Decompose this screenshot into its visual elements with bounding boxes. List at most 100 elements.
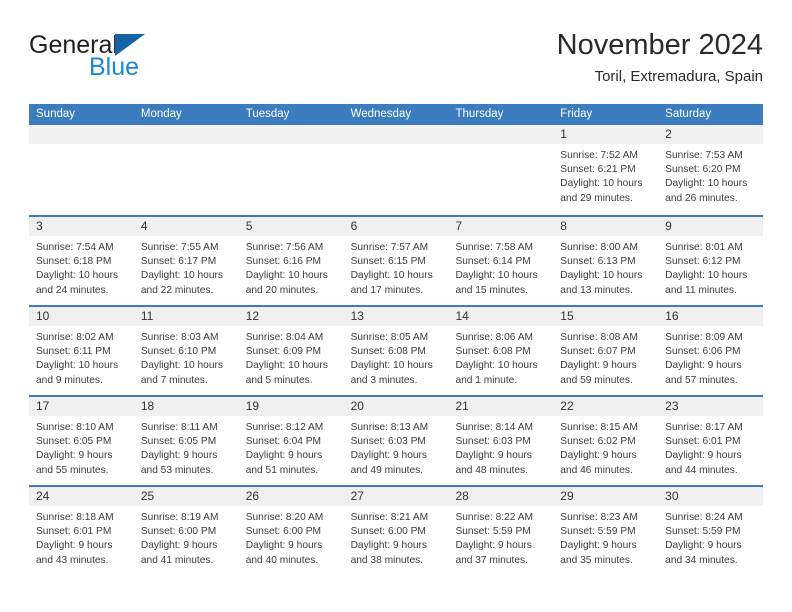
day-number-band: 12 [238,307,344,326]
day-cell[interactable]: 7 Sunrise: 7:58 AM Sunset: 6:14 PM Daylight… [448,217,554,305]
day-cell[interactable]: 25 Sunrise: 8:19 AM Sunset: 6:00 PM Dayligh… [133,487,239,575]
day-number-band: 21 [448,397,554,416]
sunset-text: Sunset: 5:59 PM [560,526,636,538]
day-cell[interactable]: 22 Sunrise: 8:15 AM Sunset: 6:02 PM Dayligh… [553,397,659,485]
sunrise-text: Sunrise: 8:00 AM [560,242,638,253]
day-number-band: 14 [448,307,554,326]
day-cell[interactable]: 2 Sunrise: 7:53 AM Sunset: 6:20 PM Daylight… [658,125,764,215]
day-number: 13 [350,309,364,323]
day-number: 25 [140,489,155,503]
day-cell[interactable]: 30 Sunrise: 8:24 AM Sunset: 5:59 PM Dayligh… [658,487,764,575]
daylight-text: Daylight: 9 hours and 53 minutes. [140,450,218,476]
sunrise-text: Sunrise: 7:57 AM [350,242,429,253]
sunrise-text: Sunrise: 8:11 AM [140,422,218,433]
day-number-band: 6 [343,217,449,236]
day-number: 8 [560,219,567,233]
day-number: 4 [140,219,148,233]
day-cell[interactable]: 3 Sunrise: 7:54 AM Sunset: 6:18 PM Daylight… [29,217,134,305]
day-sun-info: Sunrise: 8:23 AM Sunset: 5:59 PM Daylight:… [553,506,658,568]
day-cell[interactable]: 5 Sunrise: 7:56 AM Sunset: 6:16 PM Daylight… [238,217,344,305]
sunset-text: Sunset: 6:21 PM [560,164,636,176]
sunset-text: Sunset: 6:08 PM [455,346,531,358]
day-cell[interactable]: 4 Sunrise: 7:55 AM Sunset: 6:17 PM Daylight… [133,217,239,305]
day-cell-empty [448,125,554,215]
brand-logo[interactable]: General Blue [29,32,269,80]
day-cell[interactable]: 17 Sunrise: 8:10 AM Sunset: 6:05 PM Dayligh… [29,397,134,485]
daylight-text: Daylight: 10 hours and 20 minutes. [245,270,328,296]
day-sun-info: Sunrise: 8:08 AM Sunset: 6:07 PM Daylight:… [553,326,658,388]
sunset-text: Sunset: 6:03 PM [455,436,531,448]
day-sun-info: Sunrise: 8:12 AM Sunset: 6:04 PM Daylight:… [239,416,344,478]
day-number: 14 [455,309,469,323]
sunset-text: Sunset: 6:16 PM [245,256,322,268]
sunrise-text: Sunrise: 8:14 AM [455,422,534,433]
day-number: 16 [665,309,679,323]
day-number-band: 11 [133,307,239,326]
sunset-text: Sunset: 6:01 PM [665,436,741,448]
day-number: 10 [36,309,50,323]
weekday-header-sunday: Sunday [36,108,76,120]
day-cell[interactable]: 10 Sunrise: 8:02 AM Sunset: 6:11 PM Dayligh… [29,307,134,395]
daylight-text: Daylight: 9 hours and 34 minutes. [665,540,742,566]
calendar-grid: Sunday Monday Tuesday Wednesday Thursday… [29,104,764,575]
calendar-week-row: 24 Sunrise: 8:18 AM Sunset: 6:01 PM Dayligh… [29,485,764,575]
sunrise-text: Sunrise: 7:58 AM [455,242,534,253]
day-sun-info: Sunrise: 8:24 AM Sunset: 5:59 PM Daylight:… [658,506,763,568]
day-cell[interactable]: 11 Sunrise: 8:03 AM Sunset: 6:10 PM Dayligh… [133,307,239,395]
sunset-text: Sunset: 6:00 PM [140,526,217,538]
sunrise-text: Sunrise: 8:22 AM [455,512,534,523]
sunrise-text: Sunrise: 8:21 AM [350,512,429,523]
day-cell[interactable]: 14 Sunrise: 8:06 AM Sunset: 6:08 PM Dayligh… [448,307,554,395]
day-cell[interactable]: 6 Sunrise: 7:57 AM Sunset: 6:15 PM Daylight… [343,217,449,305]
day-number-band [238,125,344,144]
day-cell[interactable]: 18 Sunrise: 8:11 AM Sunset: 6:05 PM Dayligh… [133,397,239,485]
day-cell[interactable]: 21 Sunrise: 8:14 AM Sunset: 6:03 PM Dayligh… [448,397,554,485]
day-number: 5 [245,219,253,233]
day-cell[interactable]: 15 Sunrise: 8:08 AM Sunset: 6:07 PM Dayligh… [553,307,659,395]
day-number-band: 17 [29,397,134,416]
day-number-band: 10 [29,307,134,326]
page-header: General Blue November 2024 Toril, Extrem… [29,28,763,98]
day-cell[interactable]: 13 Sunrise: 8:05 AM Sunset: 6:08 PM Dayligh… [343,307,449,395]
day-cell[interactable]: 9 Sunrise: 8:01 AM Sunset: 6:12 PM Daylight… [658,217,764,305]
day-cell[interactable]: 12 Sunrise: 8:04 AM Sunset: 6:09 PM Dayligh… [238,307,344,395]
day-cell[interactable]: 28 Sunrise: 8:22 AM Sunset: 5:59 PM Dayligh… [448,487,554,575]
daylight-text: Daylight: 10 hours and 11 minutes. [665,270,748,296]
day-number-band: 22 [553,397,659,416]
daylight-text: Daylight: 9 hours and 43 minutes. [36,540,113,566]
sunset-text: Sunset: 6:00 PM [245,526,322,538]
sunrise-text: Sunrise: 7:54 AM [36,242,114,253]
sunrise-text: Sunrise: 8:20 AM [245,512,324,523]
day-sun-info: Sunrise: 8:17 AM Sunset: 6:01 PM Daylight:… [658,416,763,478]
day-cell[interactable]: 20 Sunrise: 8:13 AM Sunset: 6:03 PM Dayligh… [343,397,449,485]
day-number: 17 [36,399,50,413]
sunrise-text: Sunrise: 8:17 AM [665,422,743,433]
daylight-text: Daylight: 9 hours and 46 minutes. [560,450,637,476]
day-cell[interactable]: 26 Sunrise: 8:20 AM Sunset: 6:00 PM Dayligh… [238,487,344,575]
location-subtitle: Toril, Extremadura, Spain [594,68,763,85]
sunrise-text: Sunrise: 8:24 AM [665,512,743,523]
daylight-text: Daylight: 10 hours and 26 minutes. [665,178,748,204]
sunset-text: Sunset: 6:13 PM [560,256,636,268]
day-cell[interactable]: 16 Sunrise: 8:09 AM Sunset: 6:06 PM Dayligh… [658,307,764,395]
day-number-band: 25 [133,487,239,506]
day-number-band [448,125,554,144]
sunrise-text: Sunrise: 8:23 AM [560,512,638,523]
sunset-text: Sunset: 6:07 PM [560,346,636,358]
day-sun-info: Sunrise: 8:09 AM Sunset: 6:06 PM Daylight:… [658,326,763,388]
day-cell[interactable]: 23 Sunrise: 8:17 AM Sunset: 6:01 PM Dayligh… [658,397,764,485]
sunrise-text: Sunrise: 7:55 AM [140,242,219,253]
day-number: 22 [560,399,574,413]
daylight-text: Daylight: 10 hours and 3 minutes. [350,360,433,386]
day-cell[interactable]: 27 Sunrise: 8:21 AM Sunset: 6:00 PM Dayligh… [343,487,449,575]
day-cell[interactable]: 29 Sunrise: 8:23 AM Sunset: 5:59 PM Dayligh… [553,487,659,575]
day-cell[interactable]: 24 Sunrise: 8:18 AM Sunset: 6:01 PM Dayligh… [29,487,134,575]
calendar-page: General Blue November 2024 Toril, Extrem… [0,0,792,612]
day-cell[interactable]: 19 Sunrise: 8:12 AM Sunset: 6:04 PM Dayligh… [238,397,344,485]
day-number-band: 24 [29,487,134,506]
calendar-week-row: 17 Sunrise: 8:10 AM Sunset: 6:05 PM Dayligh… [29,395,764,485]
day-cell[interactable]: 8 Sunrise: 8:00 AM Sunset: 6:13 PM Daylight… [553,217,659,305]
day-cell[interactable]: 1 Sunrise: 7:52 AM Sunset: 6:21 PM Daylight… [553,125,659,215]
day-sun-info: Sunrise: 8:04 AM Sunset: 6:09 PM Daylight:… [239,326,344,388]
day-sun-info: Sunrise: 8:02 AM Sunset: 6:11 PM Daylight:… [29,326,134,388]
